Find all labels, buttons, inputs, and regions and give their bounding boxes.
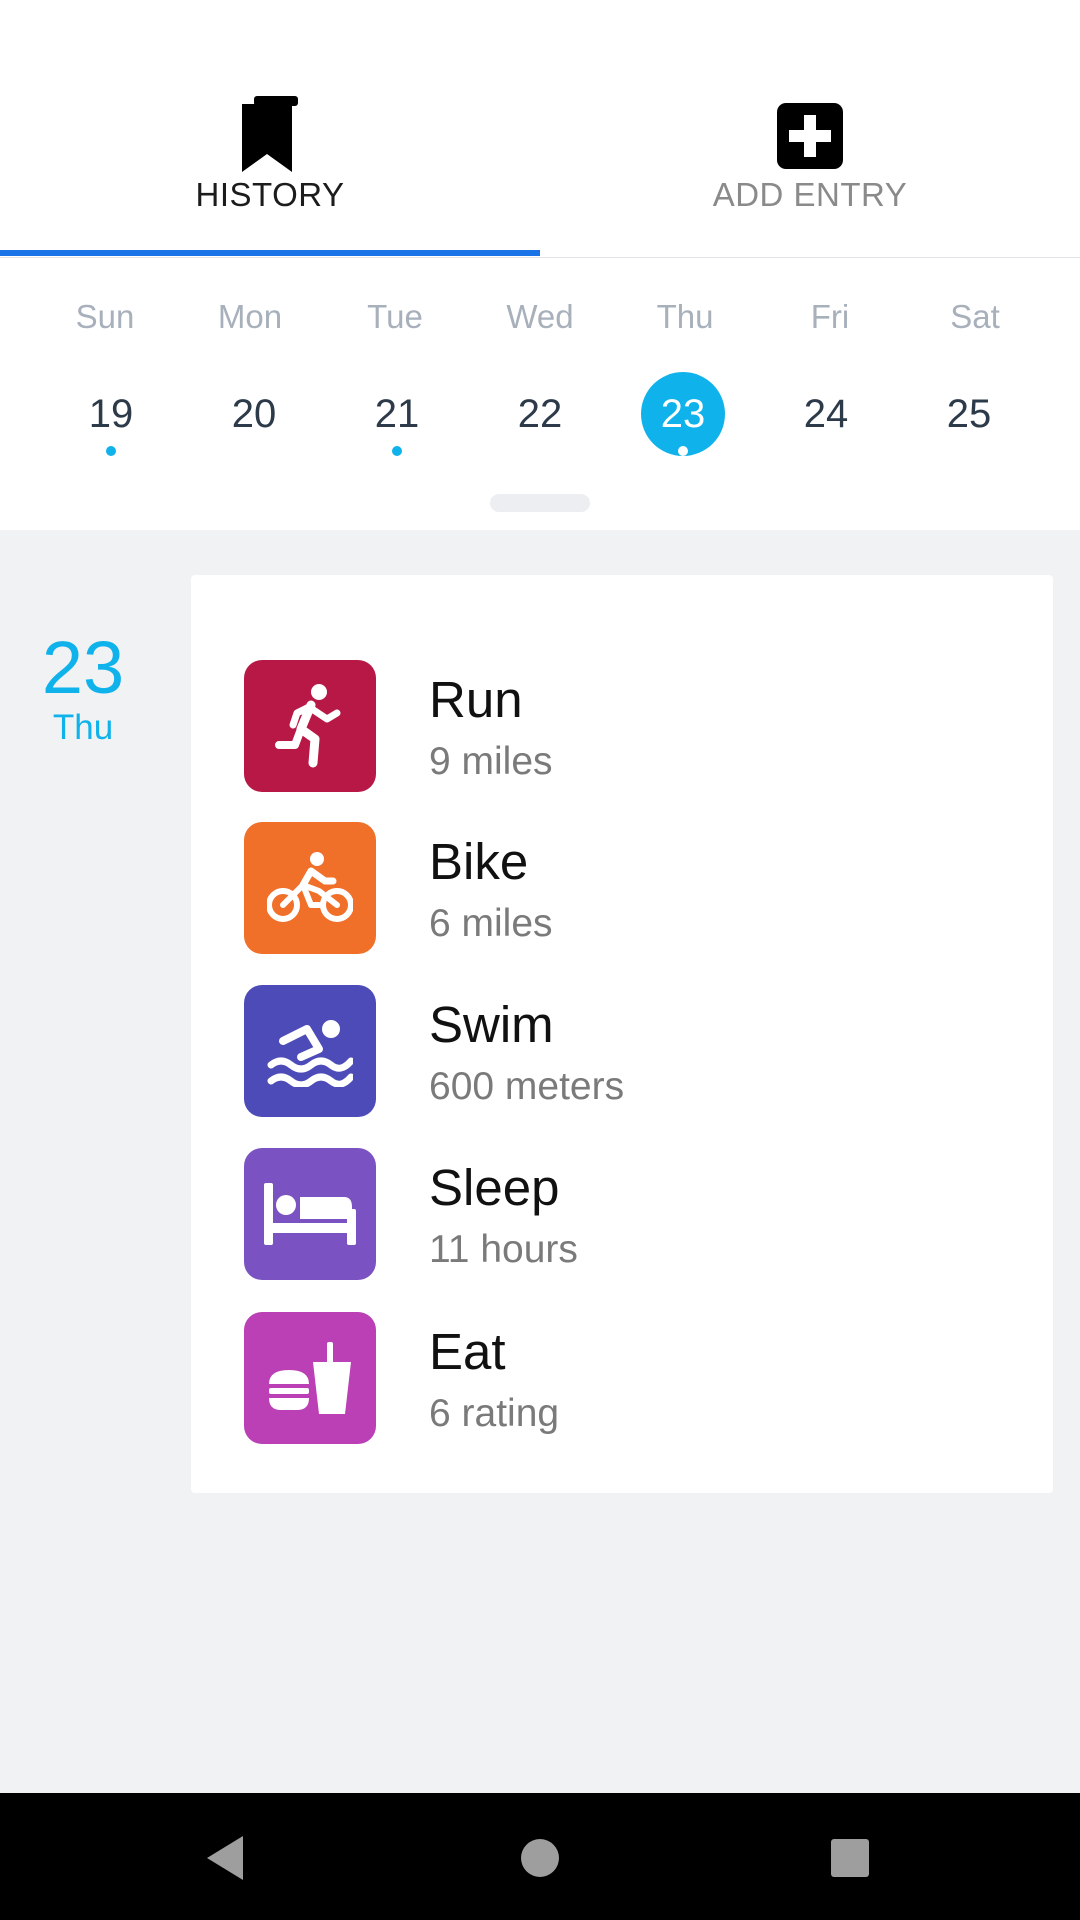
entry-value: 6 rating	[429, 1392, 560, 1435]
date-24[interactable]: 24	[784, 372, 868, 456]
entry-title: Sleep	[429, 1159, 560, 1216]
weekday-label: Sun	[75, 298, 135, 335]
week-calendar: Sun Mon Tue Wed Thu Fri Sat 19 20 21 22 …	[0, 258, 1080, 530]
weekday-row: Sun Mon Tue Wed Thu Fri Sat	[0, 298, 1080, 342]
date-23-selected[interactable]: 23	[641, 372, 725, 456]
date-25[interactable]: 25	[927, 372, 1011, 456]
recents-icon[interactable]	[815, 1823, 885, 1893]
entry-value: 6 miles	[429, 902, 553, 945]
entry-dot	[678, 446, 688, 456]
entry-sleep[interactable]: Sleep 11 hours	[244, 1148, 1004, 1280]
entry-dot	[106, 446, 116, 456]
entry-value: 600 meters	[429, 1065, 625, 1108]
date-number: 24	[803, 391, 849, 436]
entry-dot	[392, 446, 402, 456]
selected-day-label: 23 Thu	[0, 628, 166, 748]
swim-icon	[244, 985, 376, 1117]
bookmark-icon	[235, 96, 305, 176]
tab-add-entry[interactable]: ADD ENTRY	[540, 0, 1080, 258]
home-icon[interactable]	[505, 1823, 575, 1893]
date-number: 22	[517, 391, 563, 436]
weekday-label: Fri	[810, 298, 850, 335]
date-number: 25	[946, 391, 992, 436]
date-20[interactable]: 20	[212, 372, 296, 456]
back-icon[interactable]	[190, 1823, 260, 1893]
run-icon	[244, 660, 376, 792]
bed-icon	[244, 1148, 376, 1280]
weekday-label: Tue	[367, 298, 423, 335]
entry-title: Bike	[429, 833, 529, 890]
bike-icon	[244, 822, 376, 954]
date-21[interactable]: 21	[355, 372, 439, 456]
date-19[interactable]: 19	[69, 372, 153, 456]
weekday-label: Thu	[656, 298, 714, 335]
entry-title: Eat	[429, 1323, 506, 1380]
entry-value: 11 hours	[429, 1228, 578, 1271]
tab-bar: HISTORY ADD ENTRY	[0, 0, 1080, 258]
date-number: 23	[660, 391, 706, 436]
date-number: 21	[374, 391, 420, 436]
food-icon	[244, 1312, 376, 1444]
weekday-label: Wed	[506, 298, 574, 335]
entry-eat[interactable]: Eat 6 rating	[244, 1312, 1004, 1444]
entry-title: Swim	[429, 996, 554, 1053]
date-22[interactable]: 22	[498, 372, 582, 456]
date-number: 19	[88, 391, 134, 436]
tab-add-entry-label: ADD ENTRY	[712, 176, 908, 213]
entry-swim[interactable]: Swim 600 meters	[244, 985, 1004, 1117]
selected-day-weekday: Thu	[52, 708, 114, 747]
entry-bike[interactable]: Bike 6 miles	[244, 822, 1004, 954]
drag-handle[interactable]	[490, 494, 590, 512]
weekday-label: Mon	[217, 298, 283, 335]
entries-card: Run 9 miles Bike 6 miles Swim 600 meters…	[191, 575, 1053, 1493]
tab-history[interactable]: HISTORY	[0, 0, 540, 258]
date-row: 19 20 21 22 23 24 25	[0, 372, 1080, 472]
tab-history-label: HISTORY	[195, 176, 345, 213]
plus-box-icon	[775, 96, 845, 176]
entry-value: 9 miles	[429, 740, 553, 783]
entry-run[interactable]: Run 9 miles	[244, 660, 1004, 792]
date-number: 20	[231, 391, 277, 436]
weekday-label: Sat	[950, 298, 1000, 335]
active-tab-indicator	[0, 250, 540, 256]
selected-day-number: 23	[41, 626, 125, 709]
system-nav-bar	[0, 1793, 1080, 1920]
entry-title: Run	[429, 671, 523, 728]
